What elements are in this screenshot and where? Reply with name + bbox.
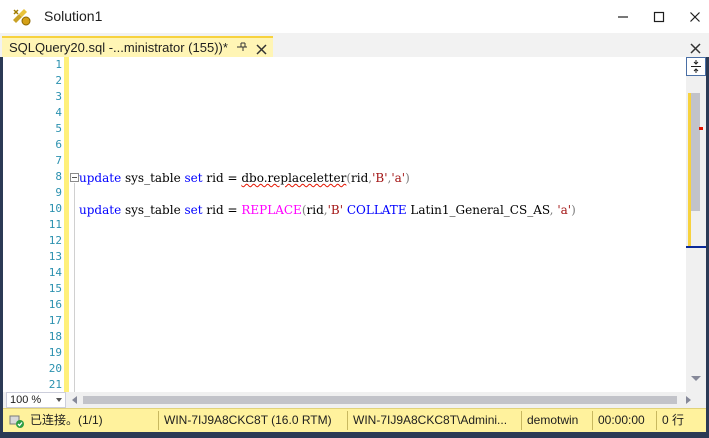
code-text: rid =: [202, 171, 242, 185]
code-text: rid: [351, 171, 369, 185]
scroll-thumb[interactable]: [691, 93, 700, 211]
line-number: 10: [48, 202, 62, 215]
collapse-outline-icon[interactable]: [70, 173, 79, 182]
zoom-dropdown[interactable]: 100 %: [6, 392, 66, 408]
close-document-icon[interactable]: [690, 41, 701, 54]
function-name: REPLACE: [241, 203, 302, 217]
line-number: 7: [55, 154, 62, 167]
status-bar: 已连接。(1/1) WIN-7IJ9A8CKC8T (16.0 RTM) WIN…: [3, 408, 706, 432]
string-literal: 'B': [327, 203, 344, 217]
scroll-right-icon[interactable]: [686, 396, 691, 404]
maximize-icon: [653, 11, 665, 22]
line-number: 15: [48, 282, 62, 295]
line-number: 3: [55, 90, 62, 103]
line-number: 18: [48, 330, 62, 343]
string-literal: 'a': [391, 171, 406, 185]
code-text: sys_table: [121, 203, 185, 217]
code-text: Latin1_General_CS_AS: [406, 203, 550, 217]
divider: [592, 411, 593, 430]
line-number: 16: [48, 298, 62, 311]
divider: [158, 411, 159, 430]
database-name: demotwin: [527, 413, 579, 427]
line-number: 6: [55, 138, 62, 151]
code-text: rid =: [202, 203, 242, 217]
code-line-10[interactable]: update sys_table set rid = REPLACE(rid,'…: [79, 202, 576, 218]
line-number: 11: [48, 218, 62, 231]
row-count: 0 行: [662, 413, 685, 427]
scroll-left-icon[interactable]: [72, 396, 77, 404]
code-text: sys_table: [121, 171, 185, 185]
window-title: Solution1: [44, 8, 103, 24]
query-editor[interactable]: 1 2 3 4 5 6 7 8 9 10 11 12 13 14 15 16 17 18 19 20 21 update…: [3, 57, 706, 392]
string-literal: 'B': [372, 171, 388, 185]
line-number: 17: [48, 314, 62, 327]
punctuation: ): [405, 171, 410, 185]
vertical-scrollbar[interactable]: [686, 57, 706, 392]
outline-guide: [74, 183, 75, 392]
caret-marker: [686, 246, 706, 248]
keyword: set: [184, 203, 203, 217]
line-number: 8: [55, 170, 62, 183]
line-number: 20: [48, 362, 62, 375]
close-window-button[interactable]: [672, 0, 709, 33]
server-name: WIN-7IJ9A8CKC8T (16.0 RTM): [164, 413, 332, 427]
punctuation: ): [571, 203, 576, 217]
split-view-button[interactable]: [686, 57, 706, 76]
title-bar: Solution1: [0, 0, 709, 33]
function-name-error: dbo.replaceletter: [241, 171, 347, 185]
error-marker: [699, 127, 703, 130]
line-number: 13: [48, 250, 62, 263]
tab-sqlquery20[interactable]: SQLQuery20.sql -...ministrator (155))*: [2, 36, 273, 57]
divider: [521, 411, 522, 430]
line-number: 21: [48, 378, 62, 391]
code-line-8[interactable]: update sys_table set rid = dbo.replacele…: [79, 170, 410, 186]
ssms-app-icon: [10, 6, 32, 28]
elapsed-time: 00:00:00: [598, 413, 645, 427]
login-user: WIN-7IJ9A8CKC8T\Admini...: [353, 413, 508, 427]
editor-bottom-bar: 100 %: [3, 392, 706, 408]
tab-close-icon[interactable]: [256, 42, 267, 55]
horizontal-scroll-thumb[interactable]: [83, 396, 677, 404]
connection-status: 已连接。(1/1): [30, 413, 103, 427]
zoom-value: 100 %: [10, 394, 42, 406]
line-number: 1: [55, 58, 62, 71]
line-number: 2: [55, 74, 62, 87]
minimize-icon: [618, 15, 628, 18]
code-text: rid: [306, 203, 324, 217]
line-number: 4: [55, 106, 62, 119]
line-number: 12: [48, 234, 62, 247]
chevron-down-icon: [56, 398, 62, 402]
keyword: COLLATE: [346, 203, 407, 217]
keyword: set: [184, 171, 203, 185]
close-icon: [690, 11, 700, 22]
keyword: update: [79, 203, 122, 217]
line-number-gutter: 1 2 3 4 5 6 7 8 9 10 11 12 13 14 15 16 17 18 19 20 21: [3, 57, 67, 392]
line-number: 9: [55, 186, 62, 199]
change-tracking-bar: [64, 57, 69, 392]
tab-label: SQLQuery20.sql -...ministrator (155))*: [9, 40, 228, 55]
string-literal: 'a': [557, 203, 572, 217]
document-tab-strip: SQLQuery20.sql -...ministrator (155))*: [0, 33, 709, 57]
pin-icon[interactable]: [236, 39, 250, 55]
line-number: 5: [55, 122, 62, 135]
keyword: update: [79, 171, 122, 185]
scroll-down-icon[interactable]: [691, 376, 701, 381]
line-number: 19: [48, 346, 62, 359]
connected-icon: [9, 414, 25, 428]
split-view-icon: [691, 60, 701, 73]
divider: [656, 411, 657, 430]
divider: [347, 411, 348, 430]
line-number: 14: [48, 266, 62, 279]
